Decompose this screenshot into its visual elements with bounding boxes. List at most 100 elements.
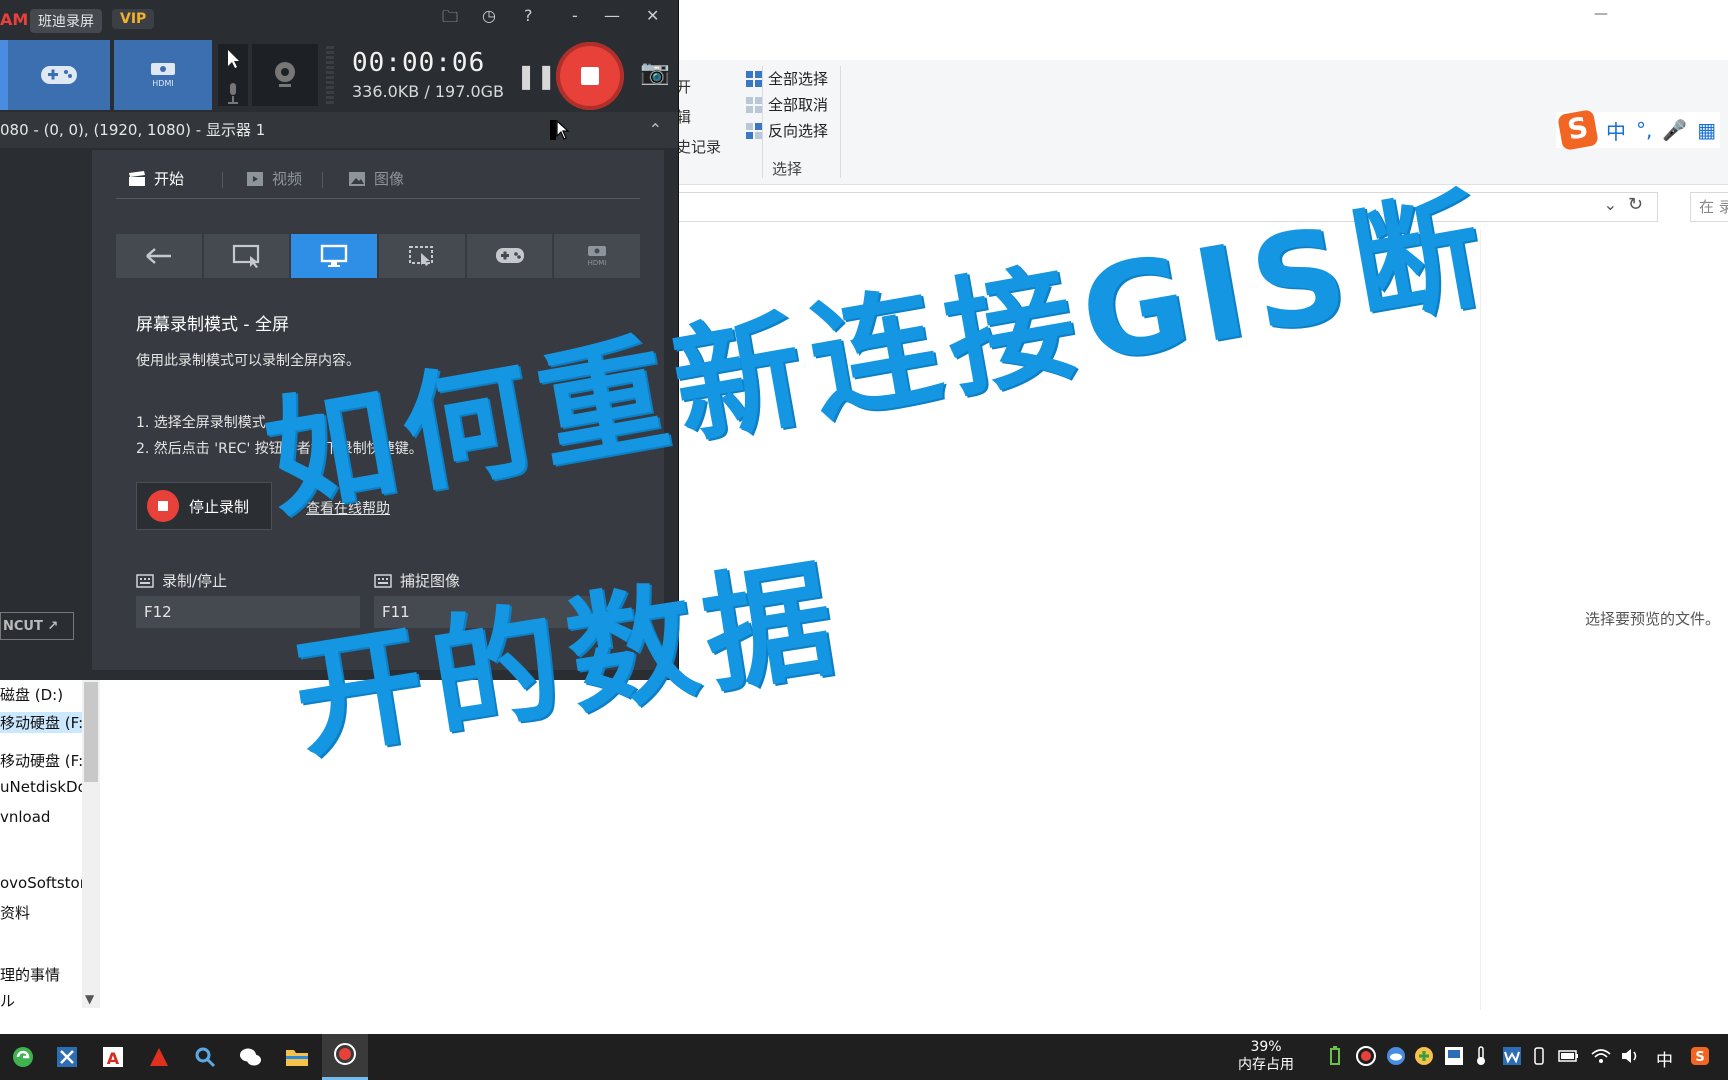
mouse-pointer-icon	[550, 120, 570, 140]
ribbon-select-group: 全部选择 全部取消 反向选择	[746, 66, 828, 144]
recording-target-text: 080 - (0, 0), (1920, 1080) - 显示器 1	[0, 121, 266, 139]
spreadsheet-app-icon[interactable]	[52, 1042, 82, 1072]
svg-text:HDMI: HDMI	[588, 259, 607, 267]
sogou-logo-icon[interactable]: S	[1557, 109, 1599, 151]
bandicam-taskbar-item[interactable]	[322, 1034, 368, 1080]
address-bar[interactable]: ⌄ ↻	[676, 192, 1658, 222]
online-help-link[interactable]: 查看在线帮助	[306, 498, 390, 518]
nav-item-partial[interactable]: ル	[0, 990, 15, 1011]
memory-usage-widget[interactable]: 39% 内存占用	[1238, 1038, 1294, 1074]
ribbon-history-item[interactable]: 史记录	[676, 132, 721, 162]
refresh-icon[interactable]: ↻	[1628, 194, 1643, 215]
microphone-icon[interactable]: 🎤	[1662, 118, 1687, 142]
game-mode-button[interactable]	[8, 40, 110, 110]
webcam-toggle[interactable]	[252, 44, 318, 106]
microphone-icon[interactable]	[218, 78, 248, 108]
nav-scroll-thumb[interactable]	[84, 682, 98, 782]
nav-item-netdisk[interactable]: uNetdiskDo	[0, 778, 87, 796]
gamepad-icon	[41, 66, 77, 84]
tab-start[interactable]: 开始	[128, 168, 184, 189]
mouse-mic-toggles[interactable]	[218, 44, 248, 106]
ribbon-open-item[interactable]: 开	[676, 72, 721, 102]
nav-item-download[interactable]: vnload	[0, 808, 50, 826]
acrobat-icon[interactable]	[144, 1042, 174, 1072]
battery-icon[interactable]	[1558, 1046, 1580, 1071]
rectangle-mode-button[interactable]	[203, 234, 290, 278]
security-tray-icon[interactable]	[1414, 1046, 1434, 1071]
browser-icon[interactable]	[8, 1042, 38, 1072]
record-toolbar: HDMI 00:00:06 336.0KB / 197.0GB ❚❚ 📷	[0, 40, 678, 110]
nav-item-docs[interactable]: 资料	[0, 902, 30, 923]
flag-tray-icon[interactable]	[1444, 1046, 1464, 1071]
file-explorer-icon[interactable]	[282, 1042, 312, 1072]
nav-scrollbar[interactable]: ▼	[82, 676, 100, 1008]
hotkey-capture-input[interactable]: F11	[374, 596, 598, 628]
game-mode-tab[interactable]	[466, 234, 553, 278]
explorer-minimize-button[interactable]: —	[1594, 6, 1608, 22]
bandicam-sidebar	[0, 150, 90, 670]
help-icon[interactable]: ?	[524, 6, 533, 25]
clock-icon[interactable]: ◷	[482, 6, 496, 25]
cloud-sync-icon[interactable]	[1386, 1046, 1406, 1071]
hotkey-record-input[interactable]: F12	[136, 596, 360, 628]
mouse-cursor-icon[interactable]	[218, 44, 248, 74]
keyboard-icon[interactable]: ▦	[1697, 118, 1716, 142]
memory-percent: 39%	[1250, 1039, 1282, 1055]
clapper-icon	[129, 170, 145, 186]
nav-item-removable-f-2[interactable]: 移动硬盘 (F:)	[0, 750, 89, 771]
keyboard-icon	[136, 573, 154, 588]
preview-placeholder-text: 选择要预览的文件。	[1585, 610, 1721, 628]
wechat-icon[interactable]	[236, 1042, 266, 1072]
search-input[interactable]: 在 录	[1690, 192, 1728, 222]
pdf-reader-icon[interactable]: A	[98, 1042, 128, 1072]
stop-recording-button[interactable]: 停止录制	[136, 482, 272, 530]
wifi-icon[interactable]	[1590, 1046, 1612, 1071]
nav-item-removable-f[interactable]: 移动硬盘 (F:	[0, 712, 83, 733]
nav-item-drive-d[interactable]: 磁盘 (D:)	[0, 684, 63, 705]
back-button[interactable]	[116, 234, 202, 278]
battery-saver-icon[interactable]	[1328, 1046, 1342, 1071]
ribbon-edit-item[interactable]: 辑	[676, 102, 721, 132]
wps-tray-icon[interactable]	[1502, 1046, 1522, 1071]
minimize-button[interactable]: —	[604, 6, 620, 25]
sogou-tray-icon[interactable]: S	[1690, 1046, 1710, 1071]
nav-item-todo[interactable]: 理的事情	[0, 964, 60, 985]
bandicam-logo: AM	[0, 10, 29, 29]
hdmi-mode-tab[interactable]: HDMI	[554, 234, 641, 278]
recording-target-bar[interactable]: 080 - (0, 0), (1920, 1080) - 显示器 1 ⌃	[0, 112, 678, 148]
compact-mode-button[interactable]: -	[572, 6, 578, 25]
tab-image[interactable]: 图像	[348, 168, 404, 189]
search-app-icon[interactable]	[190, 1042, 220, 1072]
select-all-button[interactable]: 全部选择	[746, 66, 828, 92]
close-icon[interactable]: ✕	[646, 6, 659, 25]
chevron-up-icon[interactable]: ⌃	[649, 112, 662, 148]
hdmi-mode-button[interactable]: HDMI	[114, 40, 212, 110]
fullscreen-mode-button[interactable]	[291, 234, 378, 278]
vip-badge[interactable]: VIP	[112, 9, 155, 29]
screen-mode-tab[interactable]	[0, 40, 8, 110]
pause-button[interactable]: ❚❚	[516, 62, 556, 90]
stop-record-button[interactable]	[556, 42, 624, 110]
volume-icon[interactable]	[1620, 1046, 1642, 1071]
usb-device-icon[interactable]	[1532, 1046, 1546, 1071]
invert-select-button[interactable]: 反向选择	[746, 118, 828, 144]
record-tray-icon[interactable]	[1356, 1046, 1376, 1071]
chevron-down-icon[interactable]: ⌄	[1604, 195, 1617, 214]
mouse-area-mode-button[interactable]	[379, 234, 465, 278]
chevron-down-icon[interactable]: ▼	[85, 992, 94, 1006]
select-none-button[interactable]: 全部取消	[746, 92, 828, 118]
invert-select-label: 反向选择	[768, 122, 829, 140]
nav-item-softstore[interactable]: ovoSoftstor	[0, 874, 86, 892]
invert-select-icon	[746, 123, 762, 139]
folder-icon[interactable]: 🗀	[442, 6, 458, 33]
ime-chinese-toggle[interactable]: 中	[1606, 116, 1626, 145]
screenshot-camera-icon[interactable]: 📷	[640, 58, 670, 86]
ribbon-divider-2	[840, 66, 841, 178]
bandicut-link[interactable]: NCUT ↗	[0, 612, 74, 640]
panel-scrollbar[interactable]	[664, 150, 676, 670]
ime-punctuation-toggle[interactable]: °,	[1636, 118, 1652, 142]
temperature-icon[interactable]	[1474, 1046, 1488, 1071]
select-all-label: 全部选择	[768, 70, 829, 88]
tab-video[interactable]: 视频	[246, 168, 302, 189]
ime-tray-indicator[interactable]: 中	[1656, 1046, 1673, 1071]
